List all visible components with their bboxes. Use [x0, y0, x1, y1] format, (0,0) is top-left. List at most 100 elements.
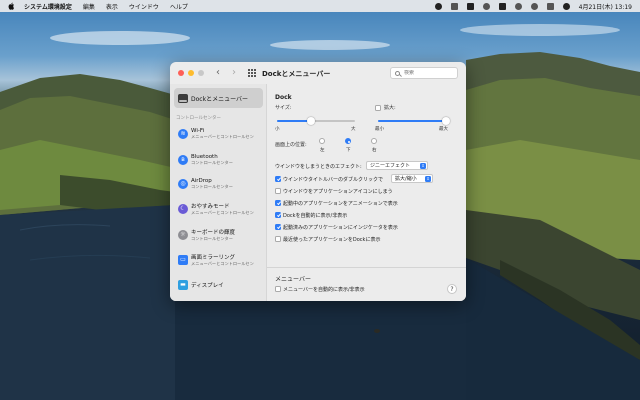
sidebar-item-sublabel: メニューバーとコントロールセン	[191, 210, 254, 215]
close-button[interactable]	[178, 70, 184, 76]
show-recent-apps-checkbox[interactable]	[275, 236, 281, 242]
sidebar-item-keyboard-brightness[interactable]: ☼ キーボードの輝度 コントロールセンター	[174, 225, 264, 245]
autohide-menubar-checkbox[interactable]	[275, 286, 281, 292]
sidebar-item-do-not-disturb[interactable]: ☾ おやすみモード メニューバーとコントロールセン	[174, 199, 264, 219]
sidebar-item-sublabel: メニューバーとコントロールセン	[191, 134, 254, 139]
wifi-icon: ≋	[178, 129, 188, 139]
clock-status-icon[interactable]	[482, 2, 490, 10]
sidebar-item-label: キーボードの輝度	[191, 230, 236, 236]
size-slider[interactable]	[277, 117, 355, 125]
sidebar-selected-label: Dockとメニューバー	[191, 95, 249, 103]
size-min-label: 小	[275, 127, 280, 132]
size-max-label: 大	[351, 127, 356, 132]
wifi-icon[interactable]	[514, 2, 522, 10]
menubar-section-title: メニューバー	[275, 276, 311, 283]
position-bottom-label: 下	[346, 148, 351, 153]
sidebar-item-airdrop[interactable]: ◎ AirDrop コントロールセンター	[174, 174, 264, 194]
position-left-radio[interactable]	[319, 138, 325, 144]
sidebar-section-title: コントロールセンター	[176, 116, 221, 121]
sidebar-item-display[interactable]: ▬ ディスプレイ	[174, 275, 264, 295]
control-center-icon[interactable]	[546, 2, 554, 10]
section-divider	[267, 267, 466, 268]
sidebar-item-label: おやすみモード	[191, 204, 230, 210]
menu-edit[interactable]: 編集	[83, 2, 95, 11]
app-a-icon[interactable]	[466, 2, 474, 10]
magnify-label: 拡大:	[384, 105, 396, 111]
animate-opening-checkbox[interactable]	[275, 200, 281, 206]
show-indicators-checkbox[interactable]	[275, 224, 281, 230]
minimize-effect-value: ジニーエフェクト	[370, 163, 411, 169]
minimize-effect-label: ウインドウをしまうときのエフェクト:	[275, 164, 362, 170]
menu-window[interactable]: ウインドウ	[129, 2, 159, 11]
menu-help[interactable]: ヘルプ	[170, 2, 188, 11]
size-slider-fill	[277, 120, 311, 122]
magnify-max-label: 最大	[439, 127, 448, 132]
minimize-effect-popup[interactable]: ジニーエフェクト ⇕	[366, 161, 428, 170]
size-slider-knob[interactable]	[307, 117, 315, 125]
settings-pane: Dock サイズ: 小 大 拡大: 最小 最大 画面上の位置: 左 下 右 ウイ…	[267, 84, 466, 301]
menu-app-name[interactable]: システム環境設定	[24, 2, 72, 11]
double-click-title-checkbox[interactable]	[275, 176, 281, 182]
minimize-into-icon-checkbox[interactable]	[275, 188, 281, 194]
sidebar-item-bluetooth[interactable]: ʙ Bluetooth コントロールセンター	[174, 150, 264, 170]
airdrop-icon: ◎	[178, 179, 188, 189]
record-icon[interactable]	[434, 2, 442, 10]
sidebar-item-dock-menubar[interactable]: Dockとメニューバー	[174, 88, 263, 108]
traffic-lights	[178, 70, 208, 76]
magnify-slider[interactable]	[378, 117, 450, 125]
double-click-action-popup[interactable]: 拡大/縮小 ⇕	[391, 174, 433, 183]
magnify-slider-knob[interactable]	[442, 117, 450, 125]
battery-icon[interactable]	[498, 2, 506, 10]
sidebar-item-sublabel: コントロールセンター	[191, 184, 233, 189]
double-click-action-value: 拡大/縮小	[395, 176, 417, 182]
animate-opening-label: 起動中のアプリケーションをアニメーションで表示	[283, 201, 398, 207]
autohide-dock-label: Dockを自動的に表示/非表示	[283, 213, 348, 219]
size-label: サイズ:	[275, 105, 292, 111]
magnify-min-label: 最小	[375, 127, 384, 132]
display-icon: ▬	[178, 280, 188, 290]
siri-icon[interactable]	[562, 2, 570, 10]
status-area: 4月21日(木) 13:19	[426, 2, 632, 11]
position-right-radio[interactable]	[371, 138, 377, 144]
help-button[interactable]: ?	[447, 284, 457, 294]
status-app-icon[interactable]	[450, 2, 458, 10]
double-click-title-label: ウインドウタイトルバーのダブルクリックで	[283, 177, 384, 183]
minimize-button[interactable]	[188, 70, 194, 76]
sidebar-item-screen-mirroring[interactable]: ▭ 画面ミラーリング メニューバーとコントロールセン	[174, 250, 264, 270]
sidebar: Dockとメニューバー コントロールセンター ≋ Wi-Fi メニューバーとコント…	[170, 84, 267, 301]
autohide-menubar-label: メニューバーを自動的に表示/非表示	[283, 287, 365, 293]
menu-bar: システム環境設定 編集 表示 ウインドウ ヘルプ 4月21日(木) 13:19	[0, 0, 640, 12]
back-chevron-icon[interactable]: ‹	[214, 68, 222, 78]
magnify-checkbox[interactable]	[375, 105, 381, 111]
keyboard-brightness-icon: ☼	[178, 230, 188, 240]
zoom-button[interactable]	[198, 70, 204, 76]
position-label: 画面上の位置:	[275, 142, 307, 148]
window-title: Dockとメニューバー	[262, 70, 331, 78]
sidebar-item-wifi[interactable]: ≋ Wi-Fi メニューバーとコントロールセン	[174, 124, 264, 144]
minimize-into-icon-label: ウインドウをアプリケーションアイコンにしまう	[283, 189, 393, 195]
popup-arrows-icon: ⇕	[425, 176, 431, 182]
sidebar-item-label: ディスプレイ	[191, 283, 224, 289]
search-field[interactable]	[390, 67, 458, 79]
window-titlebar[interactable]: ‹ › Dockとメニューバー	[170, 62, 466, 84]
bluetooth-icon: ʙ	[178, 155, 188, 165]
forward-chevron-icon[interactable]: ›	[230, 68, 238, 78]
moon-icon: ☾	[178, 204, 188, 214]
dock-section-title: Dock	[275, 94, 292, 101]
search-menu-icon[interactable]	[530, 2, 538, 10]
magnify-slider-fill	[378, 120, 448, 122]
dock-icon	[178, 93, 188, 103]
position-left-label: 左	[320, 148, 325, 153]
position-bottom-radio[interactable]	[345, 138, 351, 144]
apple-menu-icon[interactable]	[8, 2, 15, 10]
search-icon	[395, 70, 400, 76]
screen-mirroring-icon: ▭	[178, 255, 188, 265]
show-all-grid-icon[interactable]	[248, 69, 256, 77]
menu-view[interactable]: 表示	[106, 2, 118, 11]
show-indicators-label: 起動済みのアプリケーションにインジケータを表示	[283, 225, 398, 231]
show-recent-apps-label: 最近使ったアプリケーションをDockに表示	[283, 237, 381, 243]
autohide-dock-checkbox[interactable]	[275, 212, 281, 218]
popup-arrows-icon: ⇕	[420, 163, 426, 169]
menubar-clock[interactable]: 4月21日(木) 13:19	[579, 2, 632, 11]
search-input[interactable]	[404, 70, 454, 76]
